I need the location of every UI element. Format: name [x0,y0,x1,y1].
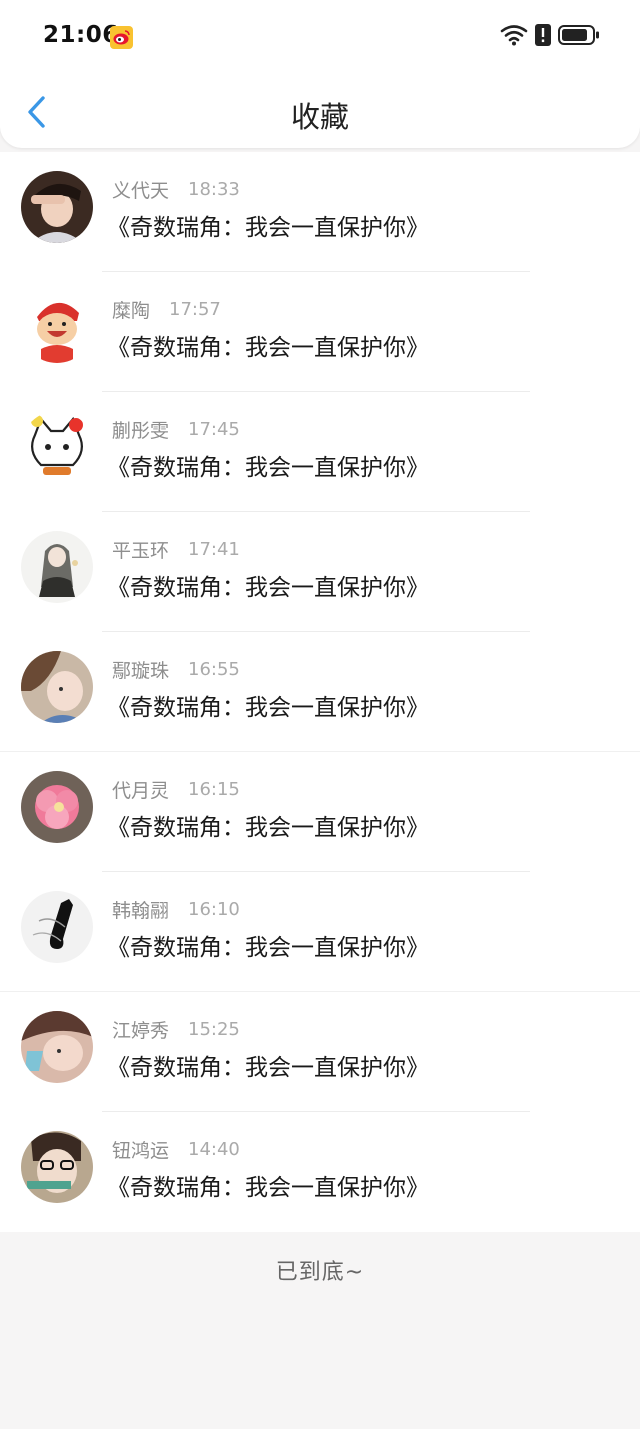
battery-icon [558,24,600,50]
alert-icon [534,23,552,51]
user-name: 平玉环 [112,539,170,562]
avatar [21,891,93,963]
avatar [21,171,93,243]
favorites-screen: 21:06 收藏 义代天 18:33 《奇数瑞角：我会一直保护你》 糜陶 17:… [0,0,640,1429]
item-meta: 平玉环 17:41 [112,536,240,562]
weibo-icon [110,26,133,49]
avatar [21,531,93,603]
nav-bar: 收藏 [0,74,640,148]
status-icons [500,24,600,50]
avatar [21,411,93,483]
timestamp: 15:25 [188,1018,240,1040]
wifi-icon [500,24,528,50]
avatar [21,1131,93,1203]
status-time: 21:06 [43,22,119,48]
avatar [21,771,93,843]
list-item[interactable]: 韩翰翮 16:10 《奇数瑞角：我会一直保护你》 [0,872,640,992]
book-title: 《奇数瑞角：我会一直保护你》 [107,695,429,721]
item-meta: 钮鸿运 14:40 [112,1136,240,1162]
timestamp: 16:10 [188,898,240,920]
list-item[interactable]: 平玉环 17:41 《奇数瑞角：我会一直保护你》 [0,512,640,632]
list-item[interactable]: 江婷秀 15:25 《奇数瑞角：我会一直保护你》 [0,992,640,1112]
book-title: 《奇数瑞角：我会一直保护你》 [107,575,429,601]
user-name: 义代天 [112,179,170,202]
list-item[interactable]: 钮鸿运 14:40 《奇数瑞角：我会一直保护你》 [0,1112,640,1232]
favorites-list: 义代天 18:33 《奇数瑞角：我会一直保护你》 糜陶 17:57 《奇数瑞角：… [0,152,640,1232]
item-meta: 蒯彤雯 17:45 [112,416,240,442]
item-meta: 糜陶 17:57 [112,296,221,322]
user-name: 蒯彤雯 [112,419,170,442]
timestamp: 18:33 [188,178,240,200]
list-item[interactable]: 鄢璇珠 16:55 《奇数瑞角：我会一直保护你》 [0,632,640,752]
user-name: 鄢璇珠 [112,659,170,682]
timestamp: 14:40 [188,1138,240,1160]
list-item[interactable]: 义代天 18:33 《奇数瑞角：我会一直保护你》 [0,152,640,272]
book-title: 《奇数瑞角：我会一直保护你》 [107,815,429,841]
list-item[interactable]: 蒯彤雯 17:45 《奇数瑞角：我会一直保护你》 [0,392,640,512]
avatar [21,651,93,723]
timestamp: 17:45 [188,418,240,440]
timestamp: 16:15 [188,778,240,800]
book-title: 《奇数瑞角：我会一直保护你》 [107,335,429,361]
user-name: 韩翰翮 [112,899,170,922]
item-meta: 义代天 18:33 [112,176,240,202]
book-title: 《奇数瑞角：我会一直保护你》 [107,935,429,961]
user-name: 钮鸿运 [112,1139,170,1162]
timestamp: 17:41 [188,538,240,560]
avatar [21,1011,93,1083]
end-of-list-text: 已到底~ [275,1260,365,1285]
book-title: 《奇数瑞角：我会一直保护你》 [107,215,429,241]
timestamp: 17:57 [169,298,221,320]
user-name: 糜陶 [112,299,151,322]
page-title: 收藏 [290,100,349,134]
list-item[interactable]: 代月灵 16:15 《奇数瑞角：我会一直保护你》 [0,752,640,872]
book-title: 《奇数瑞角：我会一直保护你》 [107,1175,429,1201]
list-item[interactable]: 糜陶 17:57 《奇数瑞角：我会一直保护你》 [0,272,640,392]
book-title: 《奇数瑞角：我会一直保护你》 [107,455,429,481]
header: 21:06 收藏 [0,0,640,148]
item-meta: 韩翰翮 16:10 [112,896,240,922]
timestamp: 16:55 [188,658,240,680]
book-title: 《奇数瑞角：我会一直保护你》 [107,1055,429,1081]
avatar [21,291,93,363]
item-meta: 江婷秀 15:25 [112,1016,240,1042]
user-name: 代月灵 [112,779,170,802]
user-name: 江婷秀 [112,1019,170,1042]
item-meta: 鄢璇珠 16:55 [112,656,240,682]
item-meta: 代月灵 16:15 [112,776,240,802]
status-bar: 21:06 [0,0,640,74]
